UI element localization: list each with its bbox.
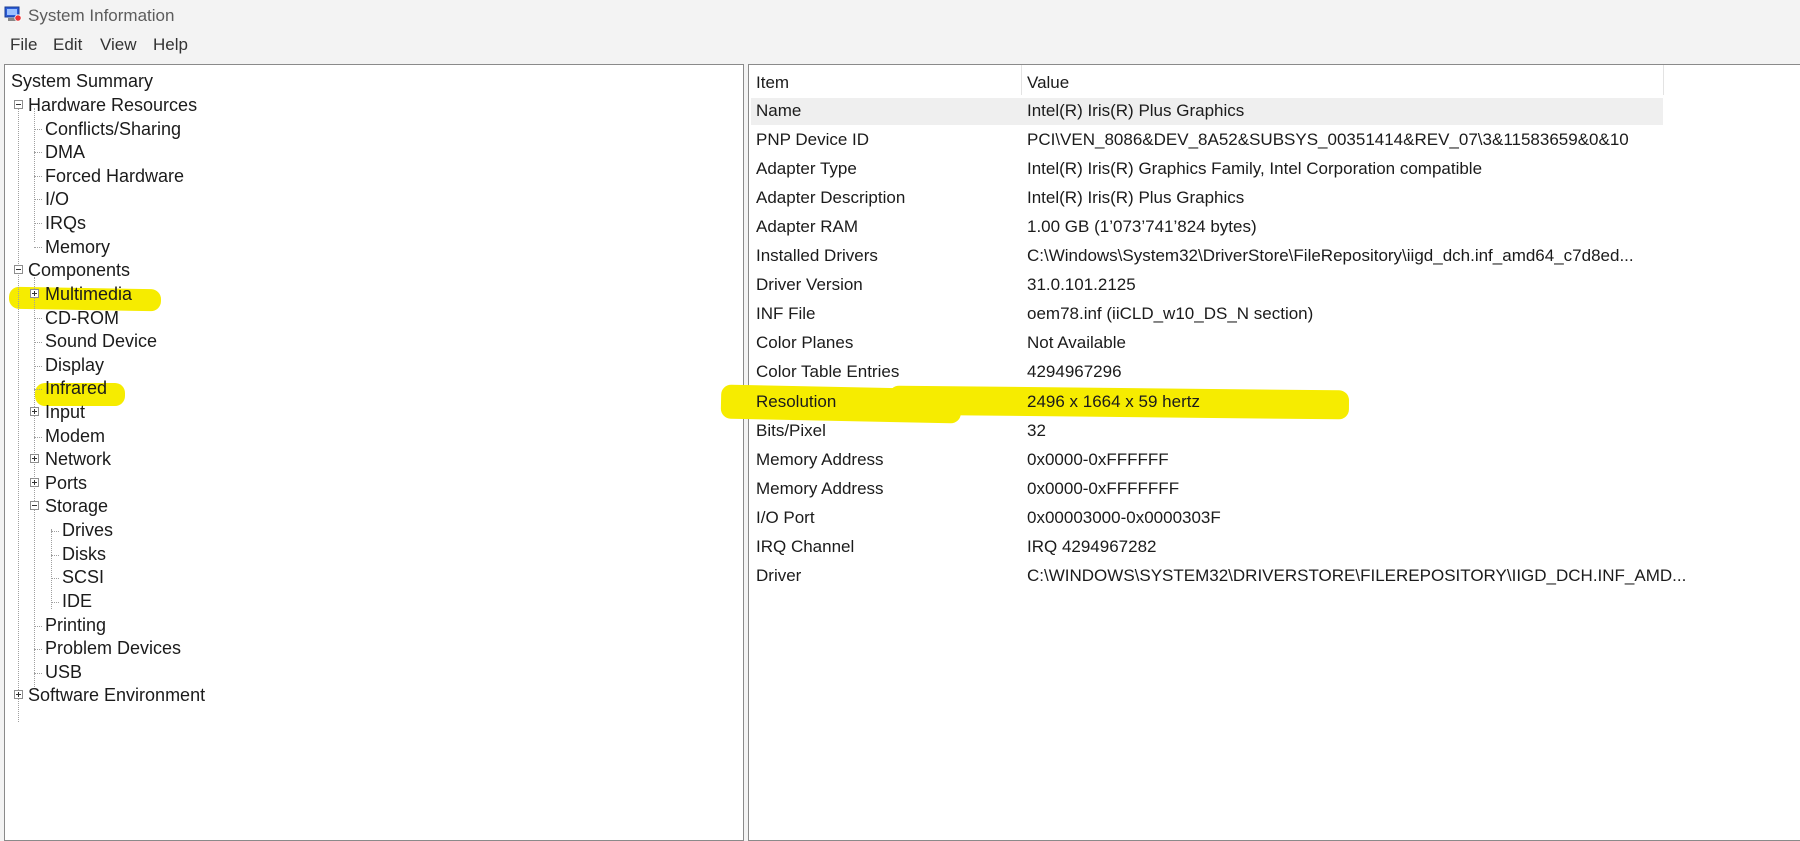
collapse-storage-icon[interactable] [30,501,39,510]
cell-item: INF File [756,304,816,324]
cell-value: 31.0.101.2125 [1027,275,1136,295]
tree-item-ide[interactable]: IDE [62,590,92,612]
menu-help[interactable]: Help [153,35,188,55]
tree-item-io[interactable]: I/O [45,188,69,210]
cell-item: Adapter RAM [756,217,859,237]
menu-bar: File Edit View Help [0,31,1800,58]
cell-value: 2496 x 1664 x 59 hertz [1027,391,1200,411]
cell-item: Adapter Description [756,188,906,208]
tree-item-hardware-resources[interactable]: Hardware Resources [28,94,197,116]
collapse-components-icon[interactable] [14,265,23,274]
tree-item-irqs[interactable]: IRQs [45,212,86,234]
tree-item-ports[interactable]: Ports [45,472,87,494]
tree-item-conflicts-sharing[interactable]: Conflicts/Sharing [45,118,181,140]
tree-item-dma[interactable]: DMA [45,141,85,163]
expand-multimedia-icon[interactable] [30,289,39,298]
collapse-hardware-resources-icon[interactable] [14,100,23,109]
tree-item-memory[interactable]: Memory [45,236,110,258]
tree-item-infrared[interactable]: Infrared [45,377,107,399]
cell-item: Driver Version [756,275,863,295]
cell-value: 0x0000-0xFFFFFFF [1027,478,1180,498]
tree-item-scsi[interactable]: SCSI [62,566,104,588]
window-title: System Information [28,6,175,25]
menu-view[interactable]: View [100,35,137,55]
cell-item: Driver [756,565,802,585]
cell-item: Adapter Type [756,159,857,179]
cell-value: 1.00 GB (1’073’741’824 bytes) [1027,217,1257,237]
menu-edit[interactable]: Edit [53,35,82,55]
cell-value: IRQ 4294967282 [1027,536,1157,556]
tree-item-disks[interactable]: Disks [62,543,106,565]
system-information-icon [4,6,22,22]
cell-item: Bits/Pixel [756,420,826,440]
tree-item-modem[interactable]: Modem [45,425,105,447]
cell-value: 32 [1027,420,1046,440]
cell-item: Name [756,101,802,120]
tree-item-drives[interactable]: Drives [62,519,113,541]
cell-item: Memory Address [756,449,884,469]
cell-value: Intel(R) Iris(R) Plus Graphics [1027,101,1245,120]
tree-item-components[interactable]: Components [28,259,130,281]
tree-item-forced-hardware[interactable]: Forced Hardware [45,165,184,187]
expand-input-icon[interactable] [30,407,39,416]
table-header: Item Value [749,65,1664,95]
expand-ports-icon[interactable] [30,478,39,487]
cell-value: 0x00003000-0x0000303F [1027,507,1221,527]
category-tree[interactable]: System Summary Hardware Resources Confli… [4,64,744,841]
cell-item: Memory Address [756,478,884,498]
cell-value: Intel(R) Iris(R) Graphics Family, Intel … [1027,159,1483,179]
cell-value: Not Available [1027,333,1126,353]
column-header-value[interactable]: Value [1027,73,1069,93]
cell-value: C:\Windows\System32\DriverStore\FileRepo… [1027,246,1634,266]
cell-value: PCI\VEN_8086&DEV_8A52&SUBSYS_00351414&RE… [1027,130,1629,150]
tree-item-input[interactable]: Input [45,401,85,423]
cell-item: Installed Drivers [756,246,878,266]
expand-software-environment-icon[interactable] [14,690,23,699]
tree-item-display[interactable]: Display [45,354,104,376]
tree-item-cd-rom[interactable]: CD-ROM [45,307,119,329]
cell-value: C:\WINDOWS\SYSTEM32\DRIVERSTORE\FILEREPO… [1027,565,1687,585]
cell-item: IRQ Channel [756,536,855,556]
cell-item: Color Table Entries [756,362,900,382]
cell-item: Color Planes [756,333,854,353]
title-bar: System Information [0,0,1800,31]
column-header-item[interactable]: Item [756,73,789,93]
tree-item-printing[interactable]: Printing [45,614,106,636]
expand-network-icon[interactable] [30,454,39,463]
tree-item-software-environment[interactable]: Software Environment [28,684,205,706]
tree-item-sound-device[interactable]: Sound Device [45,330,157,352]
tree-item-system-summary[interactable]: System Summary [11,70,153,92]
tree-item-multimedia[interactable]: Multimedia [45,283,132,305]
tree-item-usb[interactable]: USB [45,661,82,683]
tree-item-problem-devices[interactable]: Problem Devices [45,637,181,659]
cell-value: 0x0000-0xFFFFFF [1027,449,1169,469]
cell-item: PNP Device ID [756,130,870,150]
details-pane[interactable]: Item Value Name Intel(R) Iris(R) Plus Gra… [720,64,1800,841]
tree-item-storage[interactable]: Storage [45,495,108,517]
cell-value: oem78.inf (iiCLD_w10_DS_N section) [1027,304,1314,324]
cell-item: I/O Port [756,507,815,527]
cell-item: Resolution [756,391,837,411]
cell-value: 4294967296 [1027,362,1122,382]
cell-value: Intel(R) Iris(R) Plus Graphics [1027,188,1245,208]
menu-file[interactable]: File [10,35,37,55]
tree-item-network[interactable]: Network [45,448,111,470]
